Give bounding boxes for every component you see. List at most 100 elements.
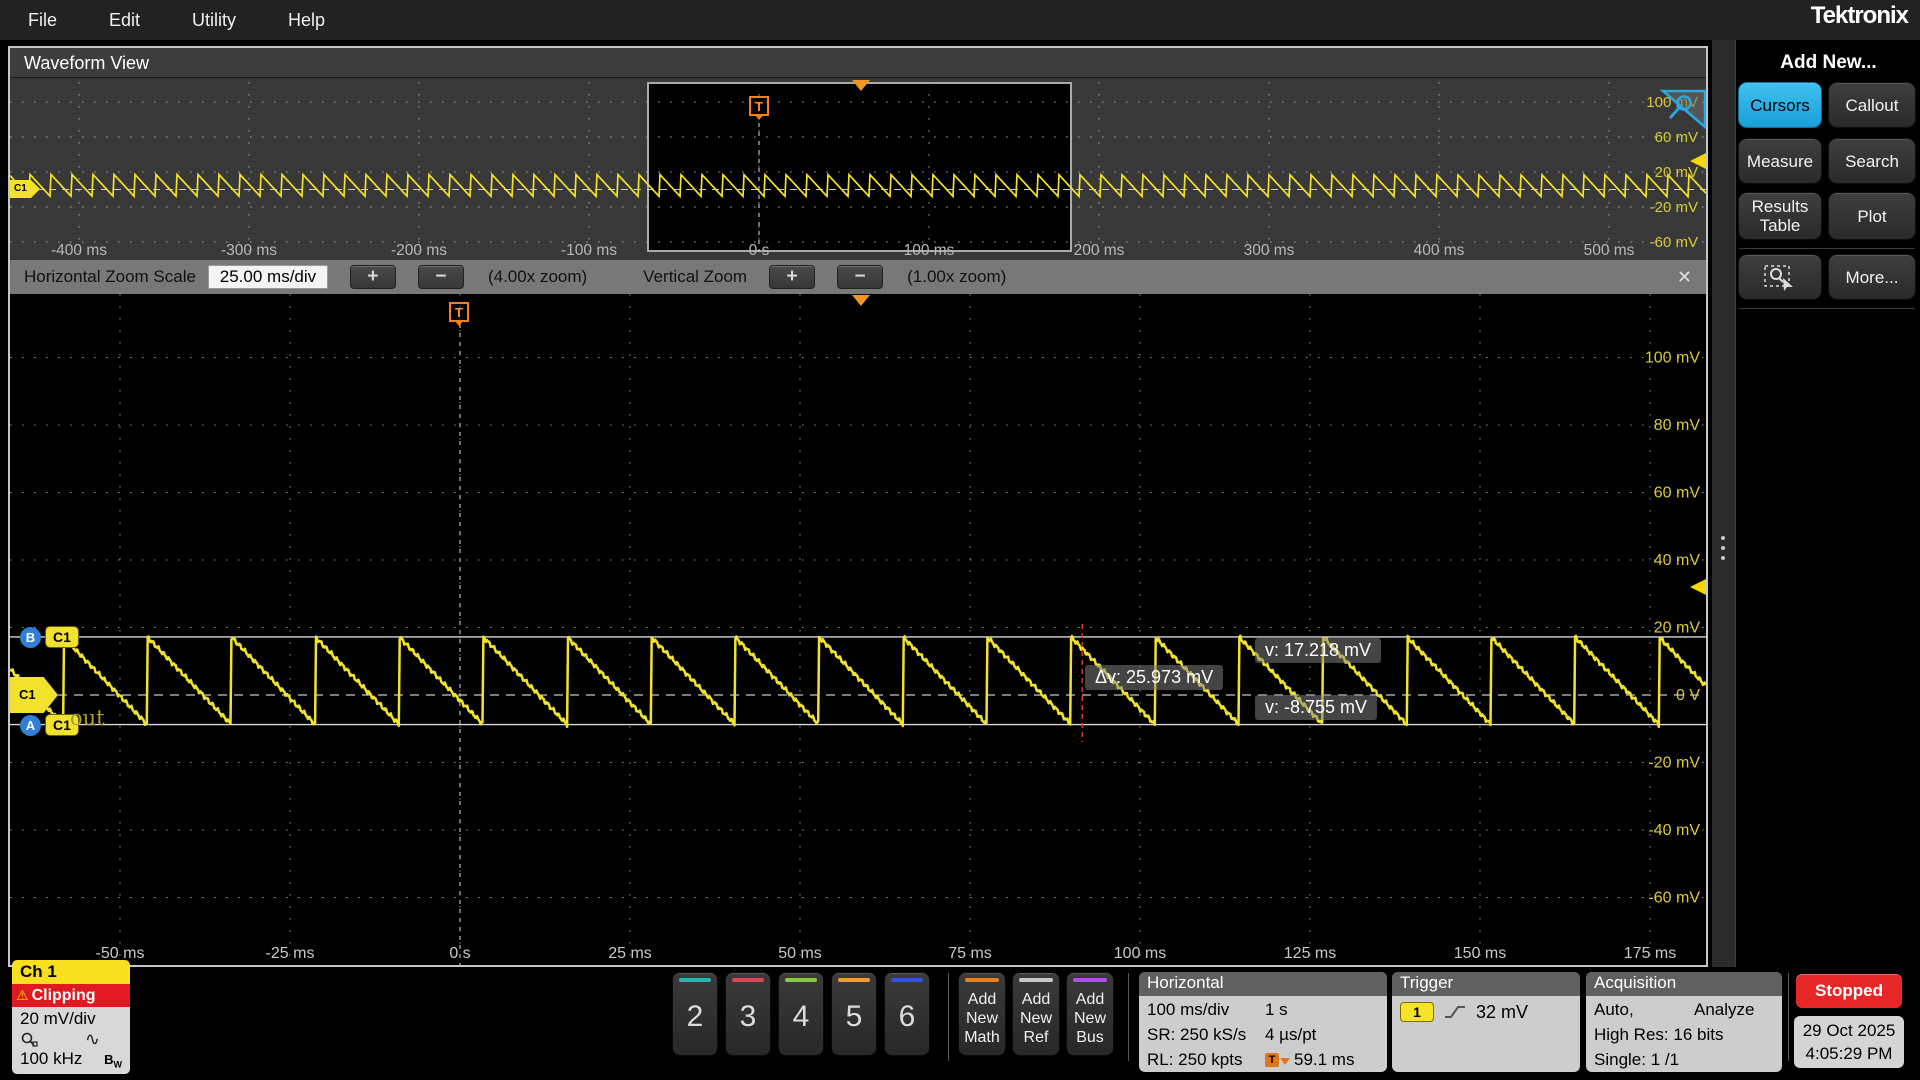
- button-label: Add New Bus: [1073, 990, 1106, 1046]
- waveform-view: Waveform View -400 ms -300 ms -200 ms -100 …: [8, 46, 1708, 967]
- record-length: RL: 250 kpts: [1147, 1049, 1243, 1069]
- acquisition-panel-title: Acquisition: [1586, 972, 1782, 996]
- more-button[interactable]: More...: [1828, 254, 1916, 300]
- vertical-zoom-minus-button[interactable]: −: [837, 265, 884, 289]
- svg-text:100 ms: 100 ms: [1114, 945, 1166, 962]
- sample-rate: SR: 250 kS/s: [1147, 1024, 1247, 1044]
- cursor-b-source-chip: C1: [45, 626, 79, 648]
- add-cursors-button[interactable]: Cursors: [1738, 82, 1822, 128]
- channel-6-button[interactable]: 6: [884, 972, 930, 1056]
- overview-expansion-point-icon[interactable]: [852, 80, 870, 91]
- menu-item-help[interactable]: Help: [288, 10, 325, 31]
- svg-text:-300 ms: -300 ms: [221, 242, 277, 259]
- horizontal-zoom-scale-label: Horizontal Zoom Scale: [24, 267, 196, 286]
- main-graph[interactable]: -50 ms -25 ms 0 s 25 ms 50 ms 75 ms 100 ms 125 …: [10, 294, 1706, 965]
- acquisition-single: Single: 1 /1: [1594, 1049, 1680, 1069]
- channel-5-button[interactable]: 5: [831, 972, 877, 1056]
- button-label: Add New Ref: [1019, 990, 1052, 1046]
- panel-divider[interactable]: [1712, 40, 1736, 1080]
- svg-text:500 ms: 500 ms: [1584, 242, 1635, 259]
- cursor-b-value-readout[interactable]: v: 17.218 mV: [1255, 638, 1382, 663]
- button-color-stripe: [1019, 978, 1053, 982]
- horizontal-zoom-scale-input[interactable]: 25.00 ms/div: [207, 265, 328, 289]
- zoom-overview-icon[interactable]: [1659, 88, 1708, 135]
- run-stop-status-button[interactable]: Stopped: [1796, 974, 1902, 1008]
- main-expansion-point-icon[interactable]: [852, 295, 870, 306]
- channel-number: 2: [686, 1000, 704, 1033]
- channel-color-stripe: [679, 978, 711, 982]
- add-plot-button[interactable]: Plot: [1828, 192, 1916, 240]
- channel-color-stripe: [838, 978, 870, 982]
- svg-text:-60 mV: -60 mV: [1650, 234, 1698, 251]
- add-new-math-button[interactable]: Add New Math: [958, 972, 1006, 1056]
- menu-item-edit[interactable]: Edit: [109, 10, 140, 31]
- channel-color-stripe: [732, 978, 764, 982]
- separator: [948, 973, 949, 1061]
- channel-color-stripe: [891, 978, 923, 982]
- horizontal-zoom-plus-button[interactable]: +: [349, 265, 396, 289]
- overview-trigger-level-arrow-icon[interactable]: [1690, 153, 1706, 169]
- cursor-b-letter: B: [20, 626, 41, 648]
- main-trigger-flag-icon[interactable]: T: [449, 302, 469, 322]
- channel-color-stripe: [785, 978, 817, 982]
- sidebar-divider: [1739, 308, 1915, 309]
- acquisition-panel[interactable]: Acquisition Auto, Analyze High Res: 16 b…: [1586, 972, 1782, 1072]
- add-results-table-button[interactable]: Results Table: [1738, 192, 1822, 240]
- svg-text:80 mV: 80 mV: [1654, 417, 1701, 434]
- channel1-settings: 20 mV/div ∿ 100 kHz BW: [12, 1007, 130, 1074]
- svg-text:175 ms: 175 ms: [1624, 945, 1676, 962]
- svg-text:-20 mV: -20 mV: [1650, 199, 1698, 216]
- zoom-select-button[interactable]: [1738, 254, 1822, 300]
- horizontal-window: 1 s: [1265, 999, 1288, 1019]
- channel1-name[interactable]: Ch 1: [12, 960, 130, 984]
- menu-item-utility[interactable]: Utility: [192, 10, 236, 31]
- channel1-badge[interactable]: Ch 1 ⚠ Clipping 20 mV/div ∿ 100 kHz BW: [12, 960, 130, 1074]
- cursor-delta-v-readout[interactable]: Δv: 25.973 mV: [1085, 665, 1224, 690]
- channel-3-button[interactable]: 3: [725, 972, 771, 1056]
- vertical-zoom-label: Vertical Zoom: [643, 267, 748, 286]
- svg-text:-200 ms: -200 ms: [391, 242, 447, 259]
- callout-text[interactable]: out: [70, 706, 105, 730]
- bottom-bar: Ch 1 ⚠ Clipping 20 mV/div ∿ 100 kHz BW 2…: [0, 960, 1920, 1080]
- acquisition-mode: Auto,: [1594, 999, 1634, 1019]
- horizontal-zoom-minus-button[interactable]: −: [417, 265, 464, 289]
- menu-item-file[interactable]: File: [28, 10, 57, 31]
- button-label: Add New Math: [964, 990, 1000, 1046]
- svg-text:100 mV: 100 mV: [1645, 350, 1700, 367]
- svg-text:-400 ms: -400 ms: [51, 242, 107, 259]
- overview-trigger-flag-icon[interactable]: T: [749, 96, 769, 116]
- add-new-sidebar: Add New... Cursors Callout Measure Searc…: [1737, 40, 1920, 1080]
- main-trigger-level-arrow-icon[interactable]: [1690, 579, 1706, 595]
- horizontal-scale: 100 ms/div: [1147, 999, 1230, 1019]
- cursor-a-letter: A: [20, 714, 41, 736]
- trigger-panel[interactable]: Trigger 1 32 mV: [1392, 972, 1580, 1072]
- channel-2-button[interactable]: 2: [672, 972, 718, 1056]
- waveform-view-title: Waveform View: [24, 53, 150, 73]
- main-plot: -50 ms -25 ms 0 s 25 ms 50 ms 75 ms 100 ms 125 …: [10, 294, 1706, 965]
- horizontal-panel[interactable]: Horizontal 100 ms/div 1 s SR: 250 kS/s 4…: [1139, 972, 1387, 1072]
- channel-number: 3: [739, 1000, 757, 1033]
- overview-graph[interactable]: -400 ms -300 ms -200 ms -100 ms 0 s 100 ms 200…: [10, 78, 1708, 260]
- svg-text:20 mV: 20 mV: [1654, 620, 1701, 637]
- add-measure-button[interactable]: Measure: [1738, 138, 1822, 184]
- date-label: 29 Oct 2025: [1802, 1021, 1896, 1040]
- main-channel1-waveform: [10, 634, 1706, 729]
- add-new-bus-button[interactable]: Add New Bus: [1066, 972, 1114, 1056]
- drag-handle-icon[interactable]: [1721, 536, 1725, 560]
- cursor-a-value-readout[interactable]: v: -8.755 mV: [1255, 695, 1378, 720]
- svg-text:-100 ms: -100 ms: [561, 242, 617, 259]
- close-zoom-icon[interactable]: ✕: [1677, 267, 1692, 288]
- vertical-zoom-plus-button[interactable]: +: [769, 265, 816, 289]
- add-new-ref-button[interactable]: Add New Ref: [1012, 972, 1060, 1056]
- trigger-position-value: 59.1 ms: [1294, 1049, 1355, 1069]
- trigger-level-value: 32 mV: [1476, 1001, 1529, 1022]
- add-search-button[interactable]: Search: [1828, 138, 1916, 184]
- svg-text:50 ms: 50 ms: [778, 945, 822, 962]
- channel-4-button[interactable]: 4: [778, 972, 824, 1056]
- add-new-title: Add New...: [1780, 52, 1877, 73]
- add-callout-button[interactable]: Callout: [1828, 82, 1916, 128]
- cursor-b-badge[interactable]: B C1: [20, 626, 79, 648]
- bandwidth-limit-icon: BW: [104, 1052, 122, 1070]
- trigger-source-badge: 1: [1400, 1002, 1434, 1022]
- trigger-panel-title: Trigger: [1392, 972, 1580, 996]
